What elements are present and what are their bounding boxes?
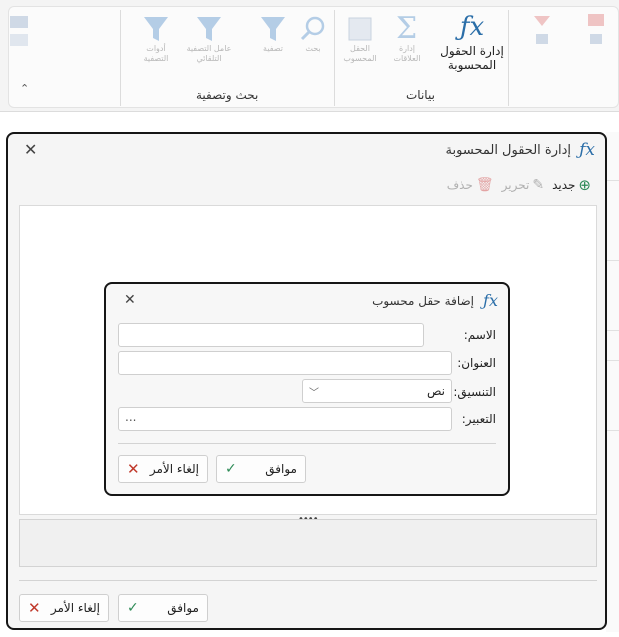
name-input[interactable] — [118, 323, 424, 347]
fx-icon: ƒx — [459, 12, 485, 42]
advanced-filter-label: أدوات التصفية — [143, 44, 169, 63]
ok-label: موافق — [265, 462, 297, 476]
calculated-field-button[interactable]: الحقل المحسوب — [340, 14, 380, 64]
manage-relations-label: إدارة العلاقات — [393, 44, 421, 63]
group-label-data: بيانات — [406, 88, 435, 102]
cancel-label: إلغاء الأمر — [50, 601, 100, 615]
dialog-title-bar: ƒx إدارة الحقول المحسوبة ✕ — [8, 134, 605, 170]
auto-filter-label: عامل التصفية التلقائي — [186, 44, 232, 63]
svg-text:Σ: Σ — [396, 11, 417, 44]
ribbon-partial-right-button[interactable] — [530, 10, 556, 50]
background-sheet — [606, 132, 619, 632]
close-icon: ✕ — [127, 460, 140, 478]
faded-icon — [530, 10, 556, 50]
search-icon — [298, 14, 328, 44]
format-select[interactable]: نص ﹀ — [302, 379, 452, 403]
delete-label: حذف — [446, 178, 473, 192]
cancel-label: إلغاء الأمر — [149, 462, 199, 476]
check-icon: ✓ — [127, 600, 139, 616]
new-label: جديد — [552, 178, 576, 192]
check-icon: ✓ — [225, 461, 237, 477]
sheet-gridline — [607, 360, 619, 361]
calculated-field-label: الحقل المحسوب — [343, 44, 377, 63]
filter-label: تصفية — [263, 44, 283, 53]
edit-label: تحرير — [501, 178, 530, 192]
filter-icon — [258, 14, 288, 44]
chevron-down-icon: ﹀ — [309, 387, 319, 399]
delete-button[interactable]: 🗑 حذف — [447, 177, 494, 193]
cancel-button[interactable]: إلغاء الأمر ✕ — [19, 594, 109, 622]
field-icon — [345, 14, 375, 44]
trash-icon: 🗑 — [475, 177, 494, 193]
ok-label: موافق — [167, 601, 199, 615]
group-label-search-filter: بحث وتصفية — [196, 88, 259, 102]
sheet-gridline — [607, 260, 619, 261]
ribbon-separator — [120, 10, 121, 106]
edit-button[interactable]: ✎ تحرير — [502, 177, 544, 193]
cancel-button[interactable]: إلغاء الأمر ✕ — [118, 455, 208, 483]
add-calculated-field-dialog: ƒx إضافة حقل محسوب ✕ الاسم: العنوان: الت… — [104, 282, 510, 496]
ribbon-partial-left-button[interactable] — [8, 14, 32, 50]
description-panel — [19, 519, 597, 567]
dialog-title: إضافة حقل محسوب — [372, 294, 474, 308]
fx-icon: ƒx — [483, 291, 498, 310]
faded-icon — [584, 10, 610, 50]
new-button[interactable]: ⊕ جديد — [552, 176, 591, 194]
ribbon: أدوات التصفية عامل التصفية التلقائي تصفي… — [0, 0, 619, 112]
manage-calculated-fields-button[interactable]: ƒx إدارة الحقول المحسوبة — [440, 10, 504, 72]
auto-filter-button[interactable]: عامل التصفية التلقائي — [184, 14, 234, 64]
fx-icon: ƒx — [579, 140, 595, 160]
format-label: التنسيق: — [453, 385, 496, 399]
dialog-title: إدارة الحقول المحسوبة — [445, 143, 571, 158]
name-label: الاسم: — [463, 328, 496, 342]
manage-calculated-fields-label: إدارة الحقول المحسوبة — [440, 44, 504, 72]
close-icon[interactable]: ✕ — [24, 140, 37, 159]
close-icon: ✕ — [28, 599, 41, 617]
ok-button[interactable]: موافق ✓ — [216, 455, 306, 483]
caption-label: العنوان: — [457, 356, 496, 370]
filter-icon — [141, 14, 171, 44]
search-label: بحث — [305, 44, 321, 53]
close-icon[interactable]: ✕ — [124, 292, 136, 308]
add-icon: ⊕ — [578, 176, 591, 194]
expression-input[interactable]: ... — [118, 407, 452, 431]
format-value: نص — [426, 384, 445, 398]
search-button[interactable]: بحث — [298, 14, 328, 54]
advanced-filter-button[interactable]: أدوات التصفية — [134, 14, 178, 64]
ribbon-separator — [508, 10, 509, 106]
manage-relations-button[interactable]: Σ إدارة العلاقات — [386, 10, 428, 64]
sheet-gridline — [607, 180, 619, 181]
sheet-gridline — [607, 430, 619, 431]
calculated-fields-toolbar: ⊕ جديد ✎ تحرير 🗑 حذف — [447, 176, 591, 194]
expression-value: ... — [125, 410, 137, 424]
pencil-icon: ✎ — [532, 177, 545, 193]
ok-button[interactable]: موافق ✓ — [118, 594, 208, 622]
footer-divider — [118, 443, 496, 444]
footer-divider — [19, 580, 597, 581]
collapse-ribbon-icon[interactable]: ⌃ — [20, 82, 29, 95]
caption-input[interactable] — [118, 351, 452, 375]
filter-button[interactable]: تصفية — [256, 14, 290, 54]
faded-icon — [8, 14, 32, 50]
expression-label: التعبير: — [461, 412, 496, 426]
ribbon-partial-right-button-2[interactable] — [584, 10, 610, 50]
ribbon-separator — [334, 10, 335, 106]
sigma-icon: Σ — [392, 10, 422, 44]
sheet-gridline — [607, 330, 619, 331]
filter-icon — [194, 14, 224, 44]
